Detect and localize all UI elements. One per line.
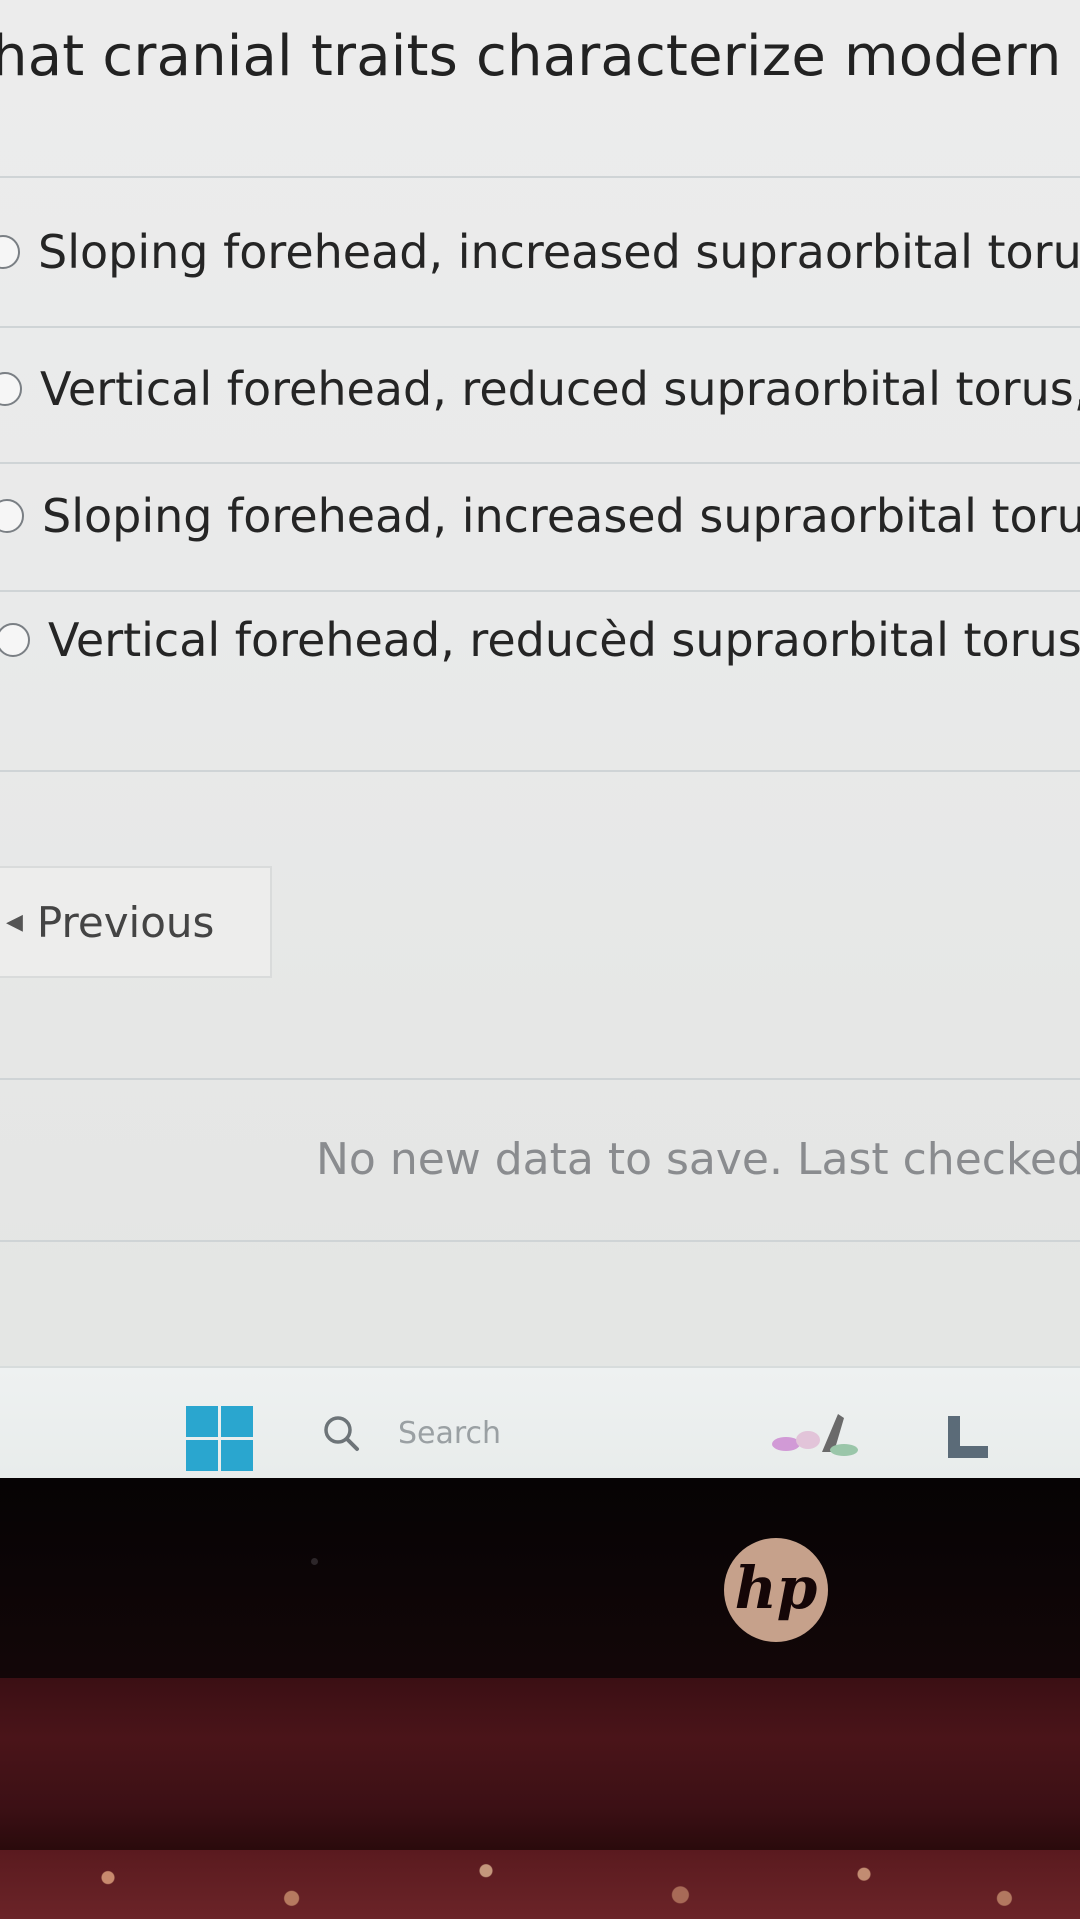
- answer-option-label: Sloping forehead, increased supraorbital…: [42, 489, 1080, 543]
- divider: [0, 176, 1080, 178]
- radio-button[interactable]: [0, 623, 30, 657]
- photo-stage: hat cranial traits characterize modern h…: [0, 0, 1080, 1919]
- divider: [0, 1240, 1080, 1242]
- previous-label: Previous: [36, 897, 215, 947]
- autosave-status: No new data to save. Last checked at: [316, 1134, 1080, 1185]
- taskbar-search-label[interactable]: Search: [398, 1416, 501, 1451]
- answer-option-2[interactable]: Vertical forehead, reduced supraorbital …: [0, 349, 1080, 429]
- divider: [0, 770, 1080, 772]
- answer-option-label: Vertical forehead, reduced supraorbital …: [40, 362, 1080, 416]
- webcam-icon: [311, 1558, 318, 1565]
- chevron-left-icon: ◀: [6, 909, 23, 935]
- hp-logo: hp: [724, 1538, 828, 1642]
- answer-option-1[interactable]: Sloping forehead, increased supraorbital…: [0, 212, 1080, 292]
- windows-start-icon[interactable]: [186, 1406, 254, 1472]
- answer-option-3[interactable]: Sloping forehead, increased supraorbital…: [0, 476, 1080, 556]
- answer-option-label: Vertical forehead, reducèd supraorbital …: [48, 613, 1080, 667]
- monitor-bezel: hp: [0, 1478, 1080, 1678]
- divider: [0, 590, 1080, 592]
- divider: [0, 326, 1080, 328]
- laptop-body: [0, 1678, 1080, 1850]
- carpet-background: [0, 1850, 1080, 1919]
- previous-button[interactable]: ◀ Previous: [0, 866, 272, 978]
- l-app-icon[interactable]: [944, 1412, 992, 1462]
- divider: [0, 1078, 1080, 1080]
- taskbar: Search: [0, 1366, 1080, 1478]
- radio-button[interactable]: [0, 499, 24, 533]
- answer-option-4[interactable]: Vertical forehead, reducèd supraorbital …: [0, 600, 1080, 680]
- radio-button[interactable]: [0, 235, 20, 269]
- question-text: hat cranial traits characterize modern h…: [0, 24, 1080, 89]
- search-icon[interactable]: [320, 1412, 362, 1454]
- tray-app-icon[interactable]: [764, 1404, 864, 1462]
- divider: [0, 462, 1080, 464]
- answer-option-label: Sloping forehead, increased supraorbital…: [38, 225, 1080, 279]
- monitor-screen: hat cranial traits characterize modern h…: [0, 0, 1080, 1478]
- radio-button[interactable]: [0, 372, 22, 406]
